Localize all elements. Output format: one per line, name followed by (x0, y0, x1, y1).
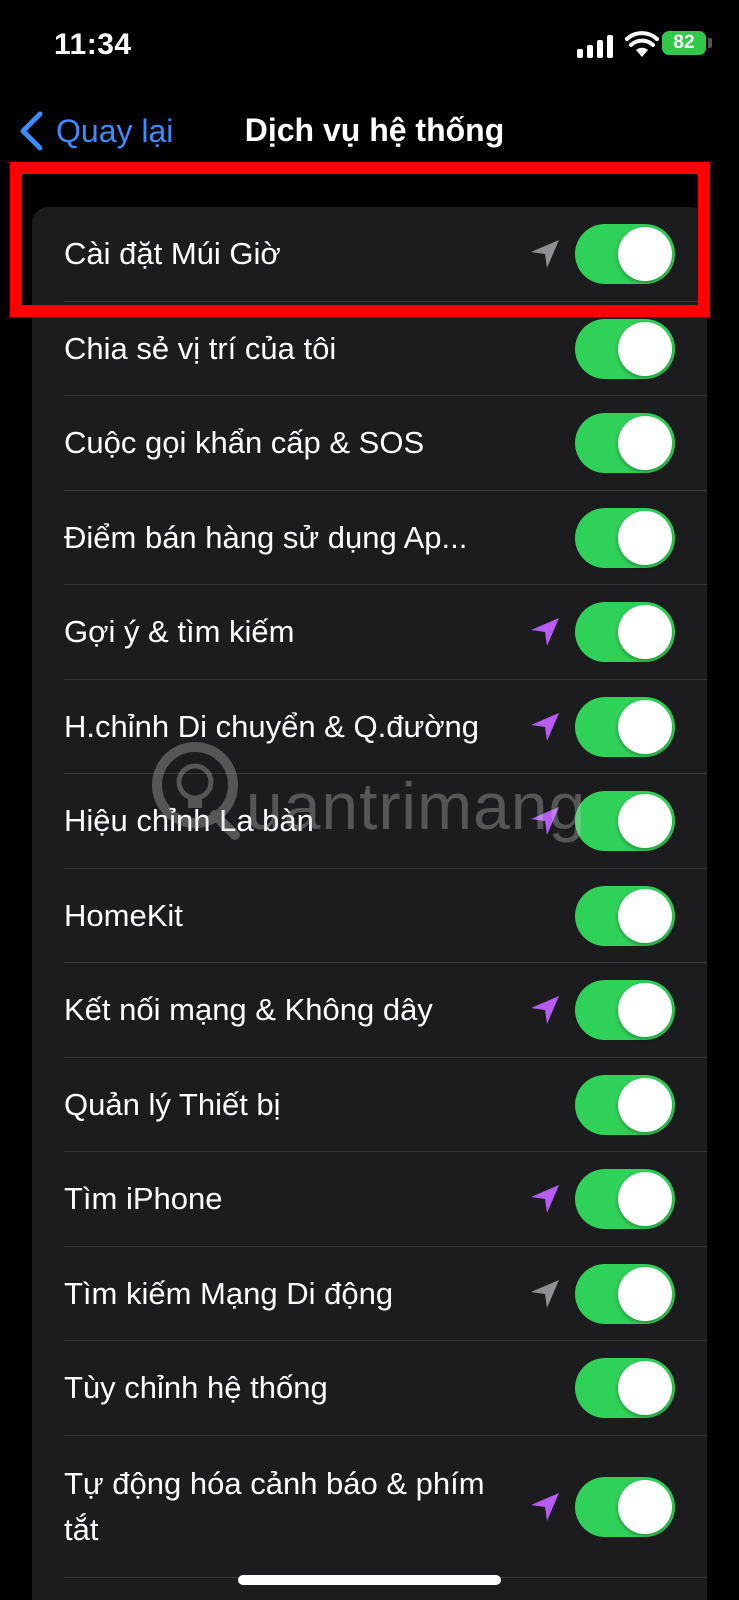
toggle-knob (618, 605, 672, 660)
location-arrow-icon (531, 1185, 559, 1214)
location-arrow-icon (531, 712, 559, 741)
list-item: Quản lý Thiết bị (32, 1058, 707, 1152)
toggle-switch[interactable] (575, 413, 675, 474)
home-indicator (238, 1575, 501, 1585)
toggle-switch[interactable] (575, 885, 675, 946)
toggle-switch[interactable] (575, 224, 675, 285)
list-item: Tìm iPhone (32, 1152, 707, 1247)
list-item: Tùy chỉnh hệ thống (32, 1341, 707, 1436)
list-item-label: Điểm bán hàng sử dụng Ap... (64, 519, 468, 555)
list-item: Hiệu chỉnh La bàn (32, 774, 707, 869)
list-item: Cuộc gọi khẩn cấp & SOS (32, 396, 707, 491)
battery-cap (708, 38, 712, 48)
toggle-switch[interactable] (575, 1476, 675, 1537)
page-title: Dịch vụ hệ thống (244, 112, 505, 148)
status-bar: 11:34 82 (0, 0, 739, 92)
toggle-switch[interactable] (575, 507, 675, 568)
list-item-label: Tự động hóa cảnh báo & phím tắt (64, 1465, 485, 1547)
toggle-switch[interactable] (575, 602, 675, 663)
list-item-label: Hiệu chỉnh La bàn (64, 803, 314, 839)
toggle-knob (618, 794, 672, 849)
list-item-label: Tùy chỉnh hệ thống (64, 1370, 328, 1406)
list-item-label: Tìm iPhone (64, 1181, 223, 1217)
toggle-switch[interactable] (575, 696, 675, 757)
status-time: 11:34 (54, 28, 132, 61)
toggle-knob (618, 510, 672, 565)
list-item-label: Quản lý Thiết bị (64, 1086, 281, 1122)
wifi-icon (625, 31, 659, 57)
battery-icon: 82 (662, 31, 706, 55)
toggle-knob (618, 888, 672, 943)
toggle-knob (618, 321, 672, 376)
toggle-knob (618, 1266, 672, 1321)
list-item: Kết nối mạng & Không dây (32, 963, 707, 1058)
toggle-switch[interactable] (575, 1263, 675, 1324)
list-item: Chia sẻ vị trí của tôi (32, 302, 707, 396)
toggle-switch[interactable] (575, 1169, 675, 1230)
settings-list: Cài đặt Múi Giờ Chia sẻ vị trí của tôi Cuộ… (32, 207, 707, 1600)
list-item-label: Cài đặt Múi Giờ (64, 236, 281, 272)
toggle-switch[interactable] (575, 1358, 675, 1419)
list-item-label: Chia sẻ vị trí của tôi (64, 330, 337, 366)
location-arrow-icon (531, 618, 559, 647)
list-item-label: H.chỉnh Di chuyển & Q.đường (64, 708, 480, 744)
list-item: Tự động hóa cảnh báo & phím tắt (32, 1436, 707, 1578)
toggle-switch[interactable] (575, 980, 675, 1041)
toggle-knob (618, 1172, 672, 1227)
location-arrow-icon (531, 1492, 559, 1521)
toggle-knob (618, 1361, 672, 1416)
toggle-switch[interactable] (575, 1074, 675, 1135)
list-item: Tìm kiếm Mạng Di động (32, 1247, 707, 1341)
toggle-knob (618, 416, 672, 471)
toggle-knob (618, 1077, 672, 1132)
toggle-knob (618, 983, 672, 1038)
list-item-label: HomeKit (64, 897, 183, 933)
list-item-label: Cuộc gọi khẩn cấp & SOS (64, 425, 425, 461)
list-item: H.chỉnh Di chuyển & Q.đường (32, 680, 707, 774)
list-item: Cài đặt Múi Giờ (32, 207, 707, 302)
list-item-label: Gợi ý & tìm kiếm (64, 614, 295, 650)
list-item-label: Tìm kiếm Mạng Di động (64, 1275, 394, 1311)
location-arrow-icon (531, 807, 559, 836)
list-item: HomeKit (32, 869, 707, 963)
list-item: Điểm bán hàng sử dụng Ap... (32, 491, 707, 585)
location-arrow-icon (531, 996, 559, 1025)
signal-icon (577, 34, 617, 58)
toggle-knob (618, 227, 672, 282)
toggle-switch[interactable] (575, 791, 675, 852)
toggle-knob (618, 699, 672, 754)
location-arrow-icon (531, 240, 559, 269)
location-arrow-icon (531, 1279, 559, 1308)
list-item-label: Kết nối mạng & Không dây (64, 992, 433, 1028)
list-item: Gợi ý & tìm kiếm (32, 585, 707, 680)
toggle-knob (618, 1479, 672, 1534)
navigation-bar: Quay lại Dịch vụ hệ thống (0, 92, 739, 172)
toggle-switch[interactable] (575, 318, 675, 379)
